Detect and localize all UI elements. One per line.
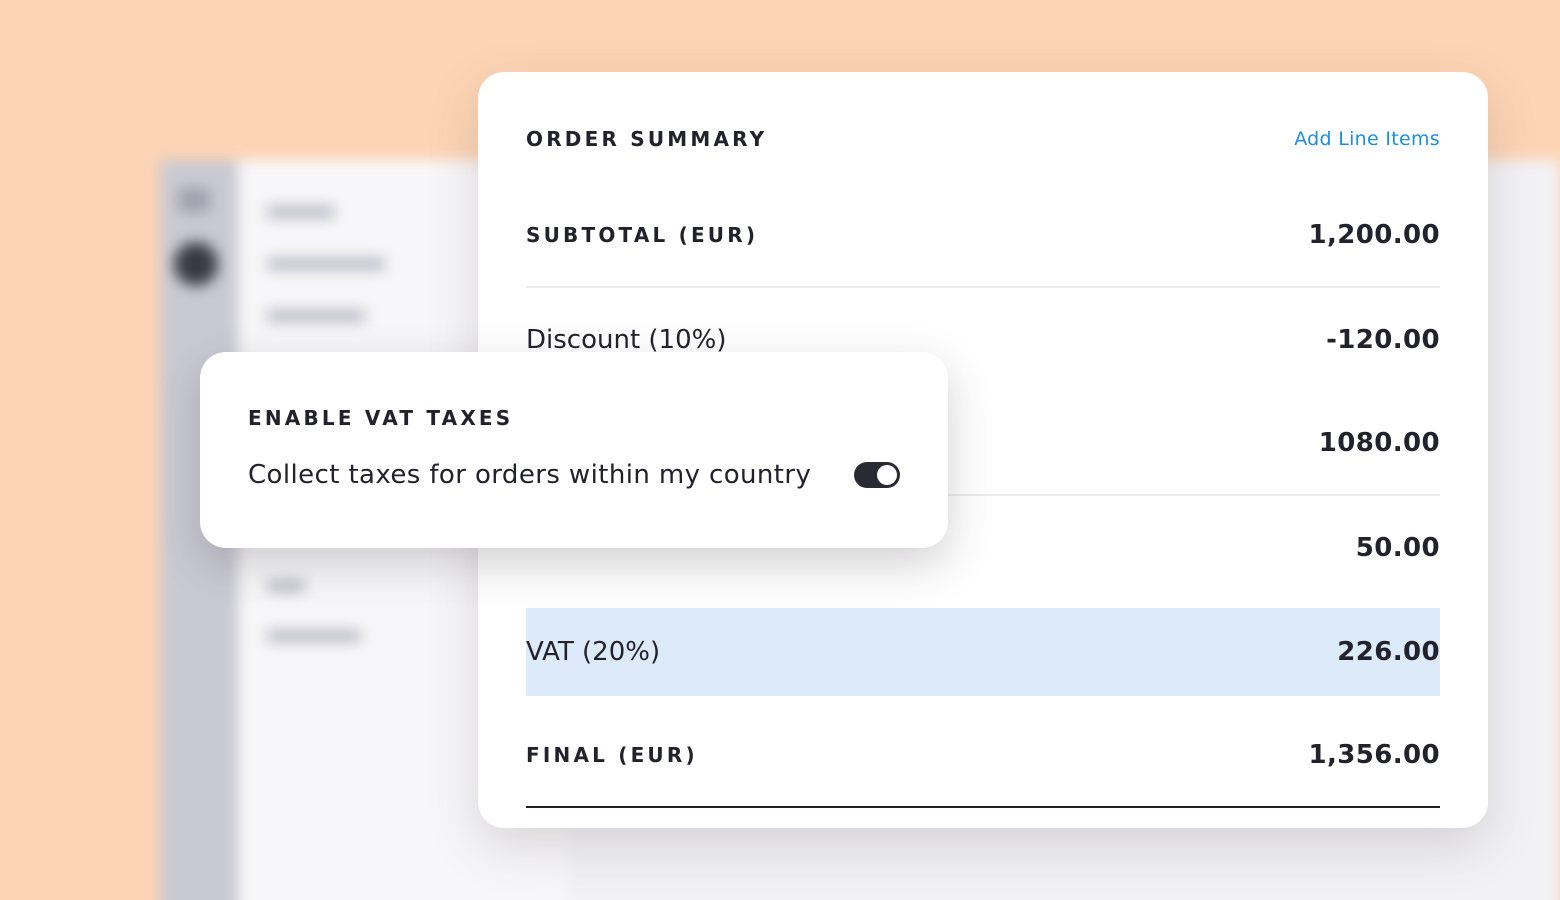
vat-toggle-label: Collect taxes for orders within my count… — [248, 460, 812, 490]
discount-label: Discount (10%) — [526, 325, 727, 355]
final-value: 1,356.00 — [1308, 740, 1440, 770]
toggle-knob — [877, 465, 897, 485]
discounted-subtotal-value: 1080.00 — [1318, 428, 1440, 458]
vat-toggle-switch[interactable] — [854, 462, 900, 488]
vat-settings-title: ENABLE VAT TAXES — [248, 406, 514, 430]
discount-value: -120.00 — [1326, 325, 1440, 355]
shipping-value: 50.00 — [1355, 533, 1440, 563]
background-nav-item — [266, 630, 362, 642]
order-summary-title: ORDER SUMMARY — [526, 127, 768, 151]
background-nav-item — [266, 580, 306, 592]
vat-toggle-row: Collect taxes for orders within my count… — [248, 460, 900, 490]
vat-label: VAT (20%) — [526, 637, 661, 667]
background-nav-item — [266, 206, 336, 218]
background-avatar — [174, 242, 218, 286]
background-nav-item — [266, 310, 366, 322]
final-row: FINAL (EUR) 1,356.00 — [526, 704, 1440, 808]
subtotal-label: SUBTOTAL (EUR) — [526, 223, 759, 247]
background-nav-item — [266, 258, 386, 270]
vat-value: 226.00 — [1337, 637, 1440, 667]
subtotal-row: SUBTOTAL (EUR) 1,200.00 — [526, 184, 1440, 288]
final-label: FINAL (EUR) — [526, 743, 698, 767]
vat-row: VAT (20%) 226.00 — [526, 608, 1440, 696]
background-logo — [178, 188, 210, 212]
add-line-items-link[interactable]: Add Line Items — [1294, 128, 1440, 150]
vat-settings-card: ENABLE VAT TAXES Collect taxes for order… — [200, 352, 948, 548]
subtotal-value: 1,200.00 — [1308, 220, 1440, 250]
